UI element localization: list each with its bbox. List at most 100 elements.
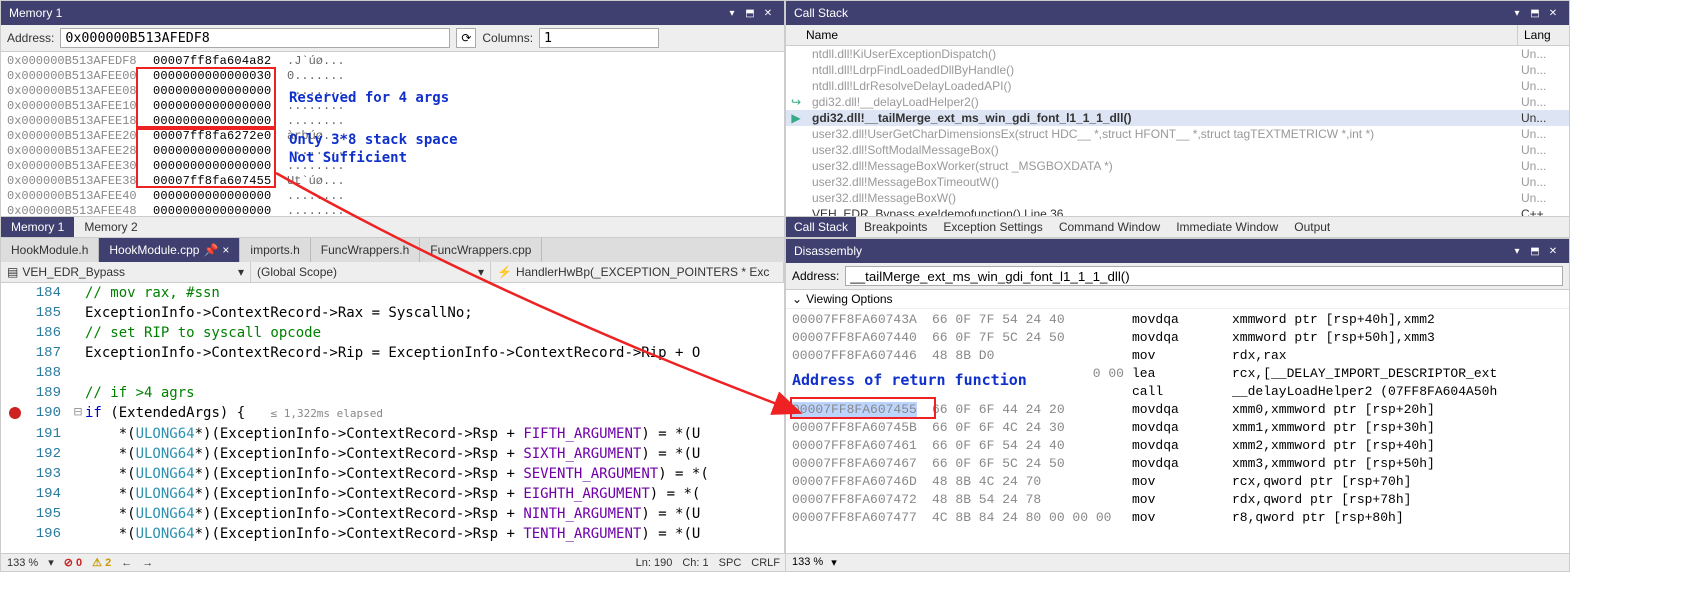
file-tab[interactable]: FuncWrappers.cpp [420, 238, 542, 262]
editor-panel: HookModule.hHookModule.cpp 📌 ×imports.hF… [0, 238, 785, 572]
disasm-header[interactable]: Disassembly ▾ ⬒ ✕ [786, 239, 1569, 263]
callstack-title: Call Stack [794, 6, 1509, 20]
eol-indicator: CRLF [751, 557, 780, 569]
disasm-row[interactable]: 00007FF8FA60743A66 0F 7F 54 24 40movdqax… [792, 311, 1563, 329]
memory-row[interactable]: 0x000000B513AFEDF800007ff8fa604a82.J`úø.… [7, 54, 778, 69]
zoom-level[interactable]: 133 % [7, 557, 38, 569]
panel-tab[interactable]: Output [1286, 217, 1338, 237]
disasm-address-label: Address: [792, 269, 839, 283]
memory-row[interactable]: 0x000000B513AFEE3800007ff8fa607455Ut`úø.… [7, 174, 778, 189]
pin-icon: 📌 [203, 243, 218, 257]
memory-row[interactable]: 0x000000B513AFEE0000000000000000300.....… [7, 69, 778, 84]
memory-title: Memory 1 [9, 6, 724, 20]
disasm-body[interactable]: Address of return function 00007FF8FA607… [786, 309, 1569, 559]
callstack-body[interactable]: ntdll.dll!KiUserExceptionDispatch()Un...… [786, 46, 1569, 218]
nav-fwd-icon[interactable]: → [142, 557, 153, 569]
callstack-row[interactable]: user32.dll!UserGetCharDimensionsEx(struc… [786, 126, 1569, 142]
disasm-row[interactable]: 00007FF8FA60745B66 0F 6F 4C 24 30movdqax… [792, 419, 1563, 437]
close-icon[interactable]: × [222, 243, 229, 257]
code-line[interactable]: 187ExceptionInfo->ContextRecord->Rip = E… [1, 343, 784, 363]
code-line[interactable]: 195 *(ULONG64*)(ExceptionInfo->ContextRe… [1, 504, 784, 524]
code-line[interactable]: 186// set RIP to syscall opcode [1, 323, 784, 343]
code-line[interactable]: 184// mov rax, #ssn [1, 283, 784, 303]
code-area[interactable]: 184// mov rax, #ssn185ExceptionInfo->Con… [1, 283, 784, 543]
callstack-row[interactable]: ntdll.dll!LdrpFindLoadedDllByHandle()Un.… [786, 62, 1569, 78]
scope-bar: ▤ VEH_EDR_Bypass ▾ (Global Scope) ▾ ⚡ Ha… [1, 262, 784, 283]
spaces-indicator: SPC [719, 557, 742, 569]
panel-tab[interactable]: Exception Settings [935, 217, 1050, 237]
nav-back-icon[interactable]: ← [121, 557, 132, 569]
memory-tab[interactable]: Memory 1 [1, 217, 74, 237]
file-tab[interactable]: HookModule.h [1, 238, 99, 262]
memory-body[interactable]: Reserved for 4 args Only 3*8 stack space… [1, 52, 784, 222]
memory-header[interactable]: Memory 1 ▾ ⬒ ✕ [1, 1, 784, 25]
code-line[interactable]: 190⊟if (ExtendedArgs) { ≤ 1,322ms elapse… [1, 403, 784, 424]
dropdown-icon[interactable]: ▾ [1509, 5, 1525, 21]
viewing-options[interactable]: ⌄ Viewing Options [786, 290, 1569, 309]
annotation-2b: Not Sufficient [289, 150, 407, 166]
dropdown-icon[interactable]: ▾ [1509, 243, 1525, 259]
pin-icon[interactable]: ⬒ [1527, 243, 1543, 259]
callstack-row[interactable]: ▶gdi32.dll!__tailMerge_ext_ms_win_gdi_fo… [786, 110, 1569, 126]
breakpoint-icon[interactable] [9, 407, 21, 419]
file-tab[interactable]: HookModule.cpp 📌 × [99, 238, 240, 262]
memory-row[interactable]: 0x000000B513AFEE400000000000000000......… [7, 189, 778, 204]
callstack-row[interactable]: user32.dll!MessageBoxW()Un... [786, 190, 1569, 206]
collapse-icon[interactable]: ⊟ [71, 403, 85, 424]
disasm-row[interactable]: 00007FF8FA60744066 0F 7F 5C 24 50movdqax… [792, 329, 1563, 347]
code-line[interactable]: 196 *(ULONG64*)(ExceptionInfo->ContextRe… [1, 524, 784, 543]
memory-row[interactable]: 0x000000B513AFEE180000000000000000......… [7, 114, 778, 129]
chevron-down-icon: ⌄ [792, 292, 802, 306]
dropdown-icon[interactable]: ▾ [724, 5, 740, 21]
code-line[interactable]: 185ExceptionInfo->ContextRecord->Rax = S… [1, 303, 784, 323]
scope-namespace[interactable]: (Global Scope) ▾ [251, 262, 491, 282]
close-icon[interactable]: ✕ [1545, 5, 1561, 21]
disassembly-panel: Disassembly ▾ ⬒ ✕ Address: ⌄ Viewing Opt… [785, 238, 1570, 572]
file-tab[interactable]: imports.h [240, 238, 310, 262]
code-line[interactable]: 191 *(ULONG64*)(ExceptionInfo->ContextRe… [1, 424, 784, 444]
columns-input[interactable] [539, 28, 659, 48]
error-count[interactable]: ⊘ 0 [64, 556, 82, 569]
disasm-zoom[interactable]: 133 % [792, 556, 823, 569]
code-line[interactable]: 194 *(ULONG64*)(ExceptionInfo->ContextRe… [1, 484, 784, 504]
callstack-header[interactable]: Call Stack ▾ ⬒ ✕ [786, 1, 1569, 25]
disasm-annotation: Address of return function [792, 371, 1027, 389]
scope-project[interactable]: ▤ VEH_EDR_Bypass ▾ [1, 262, 251, 282]
disasm-address-input[interactable] [845, 266, 1563, 286]
scope-function[interactable]: ⚡ HandlerHwBp(_EXCEPTION_POINTERS * Exc [491, 262, 784, 282]
panel-tab[interactable]: Command Window [1051, 217, 1168, 237]
callstack-row[interactable]: gdi32.dll!__delayLoadHelper2()Un... [786, 94, 1569, 110]
code-line[interactable]: 192 *(ULONG64*)(ExceptionInfo->ContextRe… [1, 444, 784, 464]
panel-tab[interactable]: Immediate Window [1168, 217, 1286, 237]
pin-icon[interactable]: ⬒ [1527, 5, 1543, 21]
callstack-row[interactable]: ntdll.dll!LdrResolveDelayLoadedAPI()Un..… [786, 78, 1569, 94]
disasm-row[interactable]: 00007FF8FA60747248 8B 54 24 78movrdx,qwo… [792, 491, 1563, 509]
memory-address-input[interactable] [60, 28, 450, 48]
disasm-row[interactable]: 00007FF8FA60745566 0F 6F 44 24 20movdqax… [792, 401, 1563, 419]
code-line[interactable]: 193 *(ULONG64*)(ExceptionInfo->ContextRe… [1, 464, 784, 484]
disasm-row[interactable]: 00007FF8FA6074774C 8B 84 24 80 00 00 00m… [792, 509, 1563, 527]
code-line[interactable]: 189// if >4 agrs [1, 383, 784, 403]
disasm-row[interactable]: 00007FF8FA60746166 0F 6F 54 24 40movdqax… [792, 437, 1563, 455]
callstack-row[interactable]: user32.dll!SoftModalMessageBox()Un... [786, 142, 1569, 158]
col-name[interactable]: Name [786, 25, 1517, 45]
refresh-icon[interactable]: ⟳ [456, 28, 476, 48]
callstack-row[interactable]: user32.dll!MessageBoxTimeoutW()Un... [786, 174, 1569, 190]
col-lang[interactable]: Lang [1517, 25, 1569, 45]
callstack-row[interactable]: user32.dll!MessageBoxWorker(struct _MSGB… [786, 158, 1569, 174]
panel-tab[interactable]: Call Stack [786, 217, 856, 237]
panel-tab[interactable]: Breakpoints [856, 217, 935, 237]
code-line[interactable]: 188 [1, 363, 784, 383]
warning-count[interactable]: ⚠ 2 [92, 556, 111, 569]
disasm-row[interactable]: 00007FF8FA60746D48 8B 4C 24 70movrcx,qwo… [792, 473, 1563, 491]
disasm-row[interactable]: 00007FF8FA60744648 8B D0movrdx,rax [792, 347, 1563, 365]
disasm-row[interactable]: 00007FF8FA60746766 0F 6F 5C 24 50movdqax… [792, 455, 1563, 473]
close-icon[interactable]: ✕ [1545, 243, 1561, 259]
pin-icon[interactable]: ⬒ [742, 5, 758, 21]
disasm-status: 133 % ▾ [786, 553, 1569, 571]
file-tab[interactable]: FuncWrappers.h [311, 238, 420, 262]
callstack-row[interactable]: ntdll.dll!KiUserExceptionDispatch()Un... [786, 46, 1569, 62]
memory-tab[interactable]: Memory 2 [74, 217, 147, 237]
editor-status-bar: 133 % ▾ ⊘ 0 ⚠ 2 ← → Ln: 190 Ch: 1 SPC CR… [1, 553, 786, 571]
close-icon[interactable]: ✕ [760, 5, 776, 21]
